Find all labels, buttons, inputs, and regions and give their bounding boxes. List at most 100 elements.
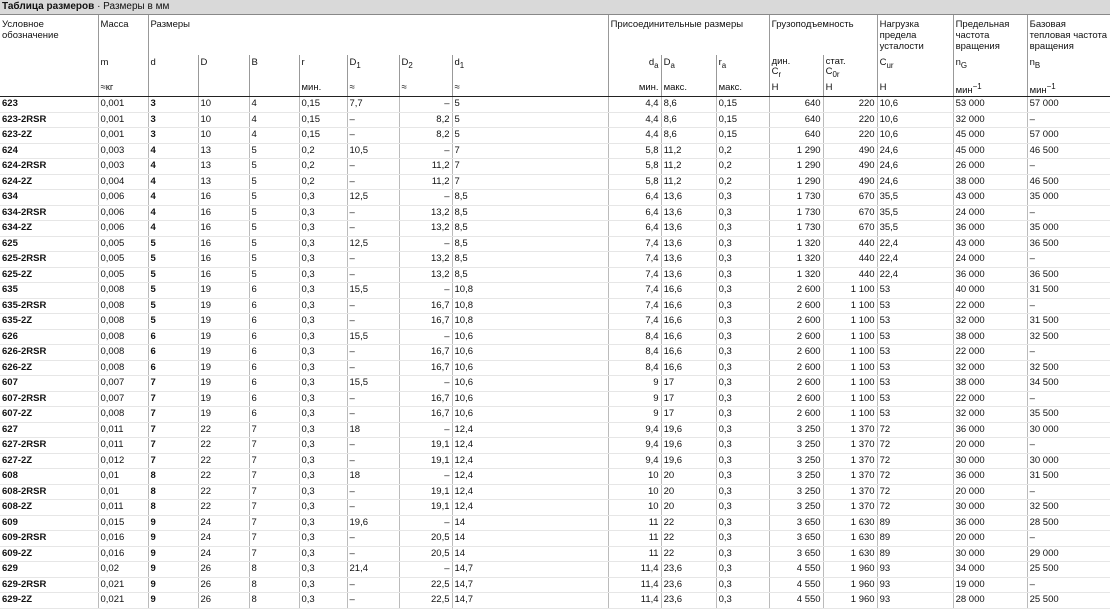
cell-d1: 10,8 <box>451 298 609 315</box>
cell-Da: 16,6 <box>660 328 717 346</box>
cell-C0r: 490 <box>822 174 878 191</box>
table-header: Условное обозначение Масса Размеры Присо… <box>0 15 1110 98</box>
cell-Da: 20 <box>660 484 717 501</box>
cell-Da: 11,2 <box>660 142 717 160</box>
cell-nB: 46 500 <box>1026 174 1110 191</box>
cell-B: 5 <box>248 142 299 160</box>
cell-Da: 16,6 <box>660 298 717 315</box>
cell-D2: 19,1 <box>398 484 452 501</box>
cell-Cr: 1 730 <box>768 220 824 237</box>
cell-r: 0,3 <box>298 499 347 516</box>
cell-m: 0,006 <box>97 189 148 206</box>
table-row: 607 0,007 7 19 6 0,3 15,5–10,6 9 17 0,3 2 600 1 100… <box>0 375 1110 392</box>
cell-nG: 40 000 <box>952 282 1028 299</box>
cell-D: 10 <box>197 96 249 113</box>
cell-nB: 32 500 <box>1026 499 1110 516</box>
cell-r: 0,3 <box>298 220 347 237</box>
cell-da: 9,4 <box>607 422 662 439</box>
cell-des: 625-2RSR <box>0 251 98 268</box>
cell-nG: 38 000 <box>952 328 1028 346</box>
cell-ra: 0,3 <box>715 406 770 423</box>
cell-Cur: 93 <box>876 592 954 609</box>
cell-D: 19 <box>197 391 249 408</box>
cell-D1: – <box>346 592 399 609</box>
cell-nG: 19 000 <box>952 577 1028 594</box>
cell-D1: – <box>346 158 399 175</box>
cell-m: 0,001 <box>97 112 148 129</box>
cell-B: 5 <box>248 235 299 253</box>
cell-Da: 17 <box>660 375 717 392</box>
cell-nB: 32 500 <box>1026 328 1110 346</box>
cell-Cur: 35,5 <box>876 205 954 222</box>
cell-Cur: 53 <box>876 406 954 423</box>
cell-Cr: 4 550 <box>768 577 824 594</box>
cell-Da: 13,6 <box>660 251 717 268</box>
cell-B: 6 <box>248 344 299 361</box>
table-row: 635-2Z 0,008 5 19 6 0,3–16,7 10,8 7,4 16,6 0,3 2 6… <box>0 313 1110 330</box>
cell-Cr: 3 250 <box>768 484 824 501</box>
cell-Cur: 24,6 <box>876 174 954 191</box>
cell-des: 627 <box>0 422 98 439</box>
cell-Cr: 2 600 <box>768 391 824 408</box>
cell-D1: – <box>346 220 399 237</box>
cell-D: 24 <box>197 546 249 563</box>
cell-Cur: 89 <box>876 530 954 547</box>
cell-d1: 10,6 <box>451 360 609 377</box>
table-row: 627-2RSR 0,011 7 22 7 0,3–19,1 12,4 9,4 19,6 0,3 3… <box>0 437 1110 454</box>
cell-m: 0,005 <box>97 267 148 284</box>
cell-des: 609-2RSR <box>0 530 98 547</box>
cell-da: 6,4 <box>607 220 662 237</box>
cell-nB: 31 500 <box>1026 468 1110 485</box>
cell-Da: 8,6 <box>660 112 717 129</box>
cell-nB: – <box>1026 484 1110 501</box>
table-row: 634-2RSR 0,006 4 16 5 0,3–13,2 8,5 6,4 13,6 0,3 1 … <box>0 205 1110 222</box>
symbol-nG: nG <box>952 55 1028 82</box>
cell-Da: 8,6 <box>660 96 717 113</box>
cell-m: 0,005 <box>97 251 148 268</box>
symbol-da: da <box>607 55 662 82</box>
cell-da: 7,4 <box>607 251 662 268</box>
cell-Da: 8,6 <box>660 127 717 144</box>
cell-da: 5,8 <box>607 142 662 160</box>
cell-Cur: 53 <box>876 328 954 346</box>
cell-C0r: 1 960 <box>822 561 878 578</box>
cell-d1: 5 <box>451 112 609 129</box>
cell-des: 624-2RSR <box>0 158 98 175</box>
cell-r: 0,3 <box>298 514 347 532</box>
cell-C0r: 1 100 <box>822 391 878 408</box>
cell-D1: – <box>346 391 399 408</box>
cell-des: 607-2Z <box>0 406 98 423</box>
cell-nG: 28 000 <box>952 592 1028 609</box>
cell-d1: 8,5 <box>451 235 609 253</box>
cell-d: 4 <box>147 189 198 206</box>
cell-Cr: 3 250 <box>768 437 824 454</box>
cell-nG: 24 000 <box>952 251 1028 268</box>
symbol-C0r: стат. C0r <box>822 55 878 82</box>
cell-des: 626-2Z <box>0 360 98 377</box>
cell-nB: – <box>1026 298 1110 315</box>
unit-B <box>248 82 299 98</box>
cell-Cur: 53 <box>876 298 954 315</box>
cell-r: 0,3 <box>298 468 347 485</box>
cell-nB: – <box>1026 251 1110 268</box>
cell-B: 6 <box>248 391 299 408</box>
cell-C0r: 670 <box>822 205 878 222</box>
cell-r: 0,3 <box>298 592 347 609</box>
cell-B: 6 <box>248 282 299 299</box>
cell-r: 0,3 <box>298 360 347 377</box>
cell-nG: 22 000 <box>952 391 1028 408</box>
table-row: 624-2RSR 0,003 4 13 5 0,2–11,2 7 5,8 11,2 0,2 1 29… <box>0 158 1110 175</box>
cell-nB: – <box>1026 112 1110 129</box>
cell-D2: 16,7 <box>398 298 452 315</box>
cell-d: 3 <box>147 96 198 113</box>
cell-des: 624 <box>0 142 98 160</box>
cell-d1: 8,5 <box>451 267 609 284</box>
cell-m: 0,007 <box>97 375 148 392</box>
cell-d: 7 <box>147 422 198 439</box>
cell-ra: 0,3 <box>715 298 770 315</box>
cell-D1: 15,5 <box>346 375 399 392</box>
cell-des: 625 <box>0 235 98 253</box>
cell-d: 8 <box>147 484 198 501</box>
table-row: 629-2RSR 0,021 9 26 8 0,3–22,5 14,7 11,4 23,6 0,3… <box>0 577 1110 594</box>
cell-nB: 46 500 <box>1026 142 1110 160</box>
